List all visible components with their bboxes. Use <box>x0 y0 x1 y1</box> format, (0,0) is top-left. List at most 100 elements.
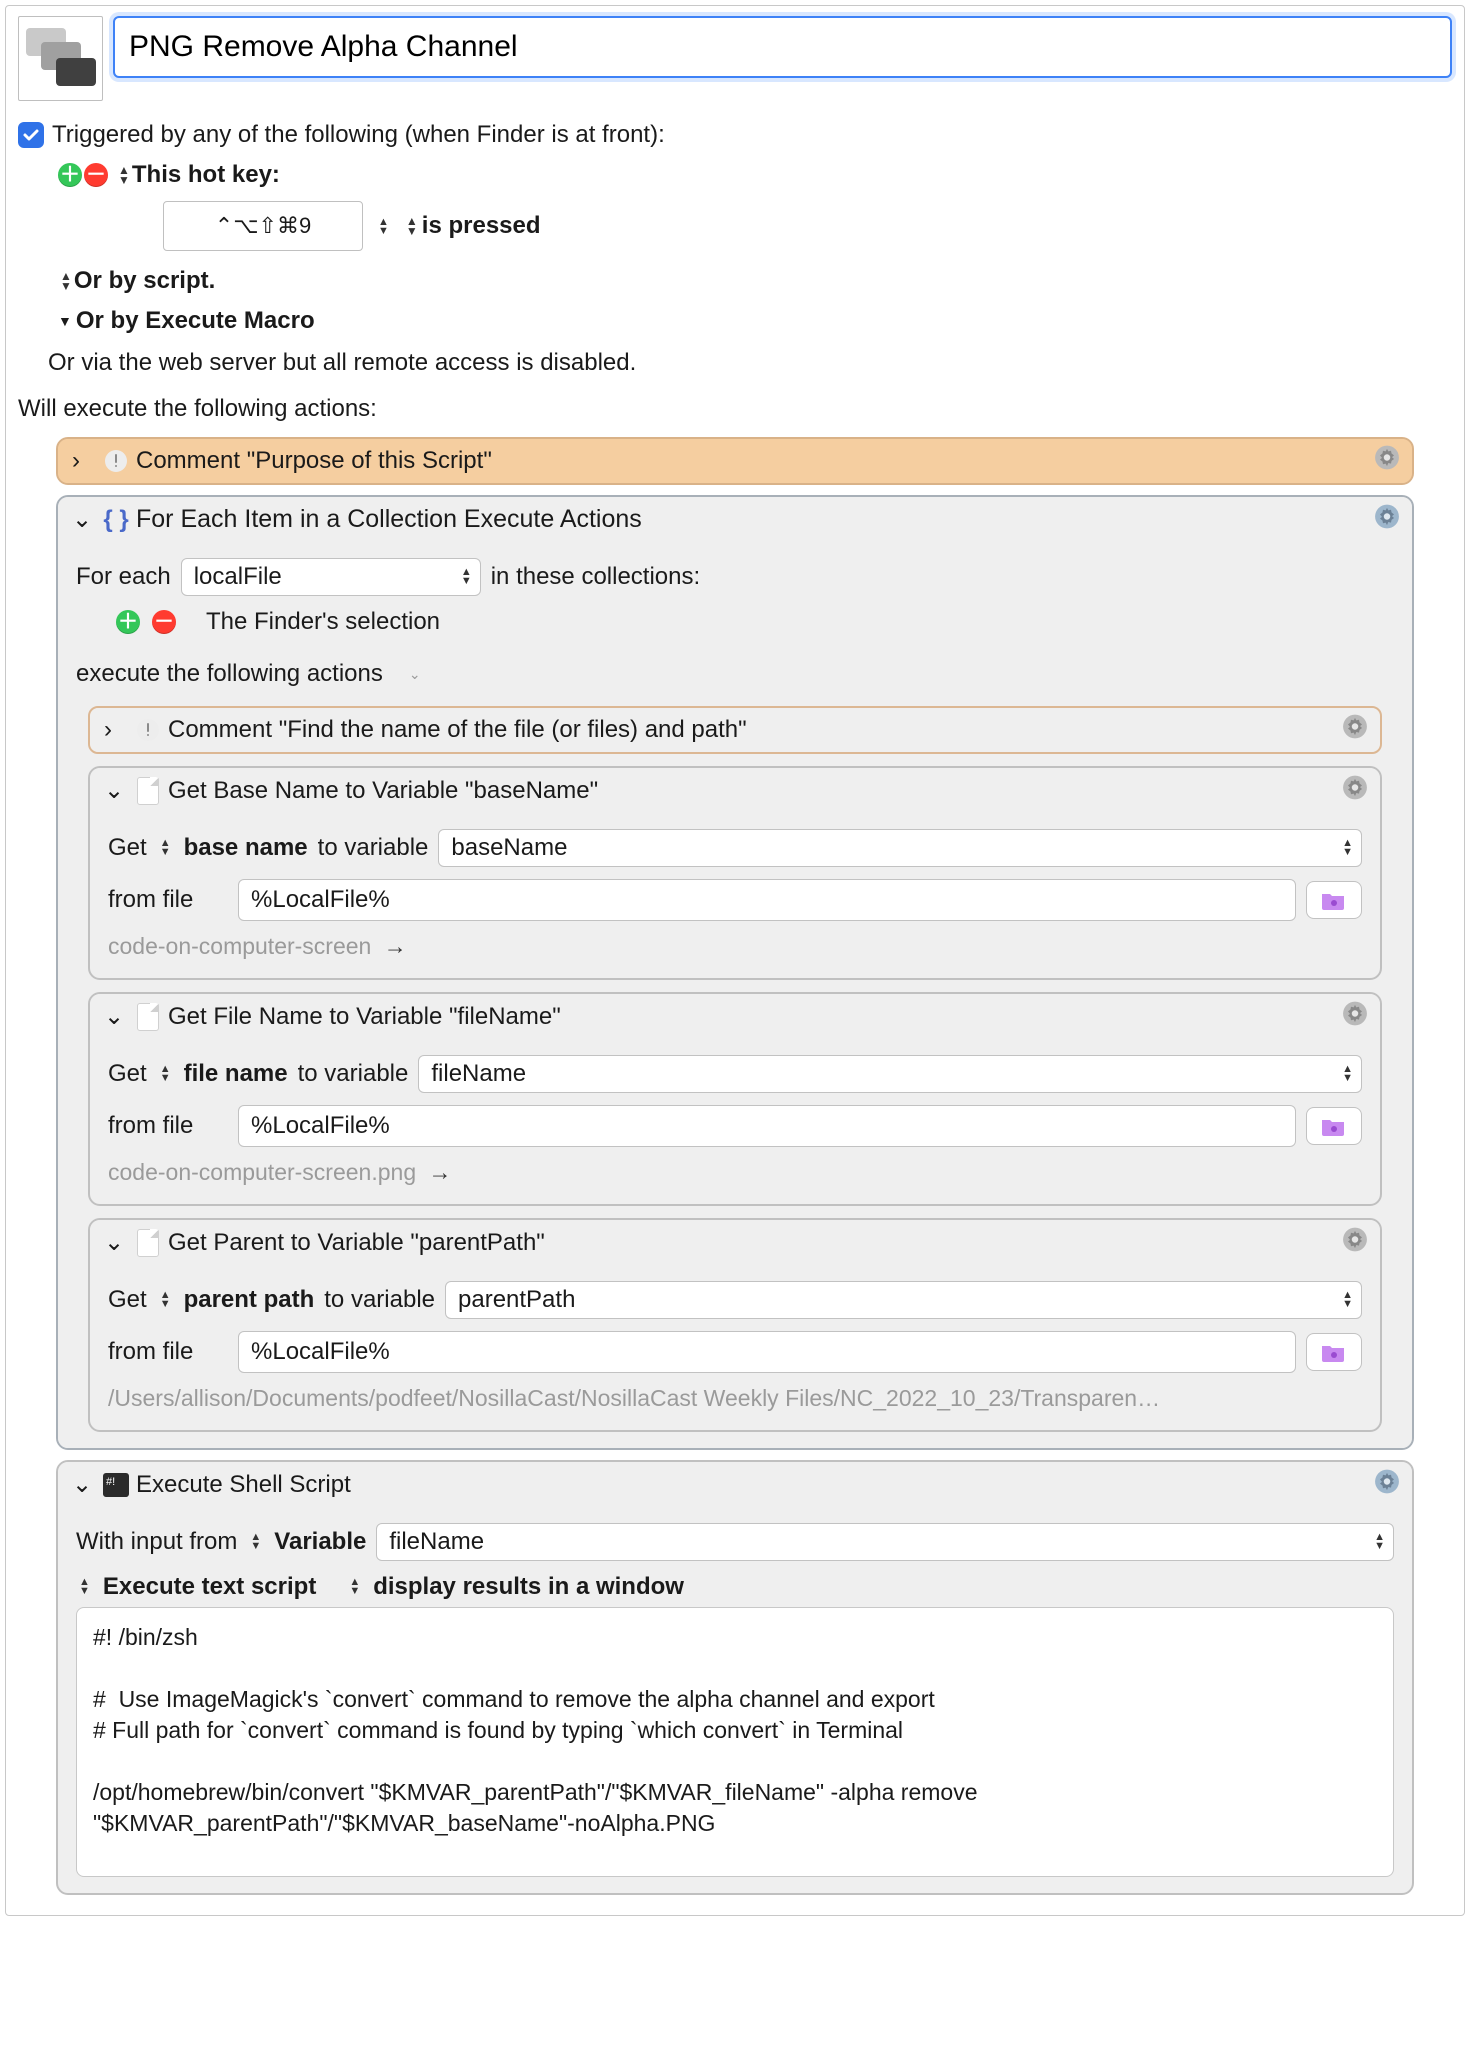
from-file-label: from file <box>108 1338 228 1366</box>
display-mode-stepper[interactable]: ▲▼ <box>349 1578 360 1596</box>
display-results-label: display results in a window <box>373 1573 684 1601</box>
choose-file-button[interactable] <box>1306 881 1362 919</box>
to-variable-label: to variable <box>298 1060 409 1088</box>
warning-icon <box>134 716 162 744</box>
variable-label: Variable <box>274 1528 366 1556</box>
disclosure-toggle[interactable]: ⌄ <box>104 1228 124 1257</box>
file-icon <box>134 1229 162 1257</box>
from-file-input[interactable]: %LocalFile% <box>238 1331 1296 1373</box>
hotkey-label: This hot key: <box>132 155 280 195</box>
variable-name-select[interactable]: fileName▲▼ <box>418 1055 1362 1093</box>
script-type-stepper[interactable]: ▲▼ <box>79 1578 90 1596</box>
to-variable-label: to variable <box>318 834 429 862</box>
braces-icon: { } <box>102 506 130 534</box>
remove-trigger-button[interactable]: － <box>84 163 108 187</box>
file-attr-stepper[interactable]: ▲▼ <box>160 1065 171 1083</box>
from-file-input[interactable]: %LocalFile% <box>238 879 1296 921</box>
choose-file-button[interactable] <box>1306 1107 1362 1145</box>
result-preview: /Users/allison/Documents/podfeet/Nosilla… <box>108 1379 1362 1414</box>
exec-macro-chevron[interactable]: ▼ <box>58 301 72 341</box>
choose-file-button[interactable] <box>1306 1333 1362 1371</box>
trigger-type-stepper[interactable]: ▲▼ <box>118 165 130 185</box>
gear-icon[interactable] <box>1342 1226 1368 1259</box>
action-title: Comment "Purpose of this Script" <box>136 447 492 475</box>
hotkey-trigger-row: ＋ － ▲▼ This hot key: <box>18 155 1452 195</box>
header-row <box>16 16 1454 111</box>
triggers-heading: Triggered by any of the following (when … <box>52 115 665 155</box>
actions-header: Will execute the following actions: <box>16 381 1454 427</box>
add-trigger-button[interactable]: ＋ <box>58 163 82 187</box>
gear-icon[interactable] <box>1342 714 1368 747</box>
file-attr-stepper[interactable]: ▲▼ <box>160 839 171 857</box>
with-input-label: With input from <box>76 1528 237 1556</box>
action-title: Comment "Find the name of the file (or f… <box>168 716 747 744</box>
to-variable-label: to variable <box>324 1286 435 1314</box>
action-title: Get Parent to Variable "parentPath" <box>168 1229 545 1257</box>
remove-collection-button[interactable]: － <box>152 610 176 634</box>
input-variable-select[interactable]: fileName▲▼ <box>376 1523 1394 1561</box>
disclosure-toggle[interactable]: › <box>72 447 92 475</box>
script-trigger-stepper[interactable]: ▲▼ <box>60 271 72 291</box>
file-attr-stepper[interactable]: ▲▼ <box>160 1291 171 1309</box>
action-for-each[interactable]: ⌄ { } For Each Item in a Collection Exec… <box>56 495 1414 1450</box>
web-trigger-note: Or via the web server but all remote acc… <box>18 341 1452 381</box>
action-comment-purpose[interactable]: › Comment "Purpose of this Script" <box>56 437 1414 485</box>
macro-name-input[interactable] <box>113 16 1452 78</box>
hotkey-field[interactable]: ⌃⌥⇧⌘9 <box>163 201 363 251</box>
collection-item-label: The Finder's selection <box>206 608 440 636</box>
get-label: Get <box>108 1286 147 1314</box>
action-get-base-name[interactable]: ⌄ Get Base Name to Variable "baseName" G… <box>88 766 1382 980</box>
file-attr-name: parent path <box>184 1286 315 1314</box>
action-title: Get File Name to Variable "fileName" <box>168 1003 561 1031</box>
gear-icon[interactable] <box>1342 774 1368 807</box>
result-preview: code-on-computer-screen.png → <box>108 1153 1362 1188</box>
for-each-variable-select[interactable]: localFile▲▼ <box>181 558 481 596</box>
gear-icon[interactable] <box>1342 1000 1368 1033</box>
variable-name-select[interactable]: parentPath▲▼ <box>445 1281 1362 1319</box>
from-file-label: from file <box>108 1112 228 1140</box>
or-by-script: Or by script. <box>74 261 215 301</box>
input-source-stepper[interactable]: ▲▼ <box>250 1533 261 1551</box>
warning-icon <box>102 447 130 475</box>
action-get-file-name[interactable]: ⌄ Get File Name to Variable "fileName" G… <box>88 992 1382 1206</box>
action-execute-shell-script[interactable]: ⌄ Execute Shell Script With input from ▲… <box>56 1460 1414 1895</box>
hotkey-options-stepper[interactable]: ▲▼ <box>375 206 392 246</box>
triggers-heading-row: Triggered by any of the following (when … <box>18 115 1452 155</box>
result-preview: code-on-computer-screen → <box>108 927 1362 962</box>
shell-script-textarea[interactable]: #! /bin/zsh # Use ImageMagick's `convert… <box>76 1607 1394 1877</box>
execute-actions-label: execute the following actions <box>76 660 383 688</box>
execute-text-script-label: Execute text script <box>103 1573 316 1601</box>
disclosure-toggle[interactable]: ⌄ <box>72 505 92 534</box>
gear-icon[interactable] <box>1374 503 1400 536</box>
disclosure-toggle[interactable]: ⌄ <box>72 1470 92 1499</box>
macro-icon[interactable] <box>18 16 103 101</box>
add-collection-button[interactable]: ＋ <box>116 610 140 634</box>
get-label: Get <box>108 834 147 862</box>
disclosure-toggle[interactable]: › <box>104 716 124 744</box>
action-get-parent-path[interactable]: ⌄ Get Parent to Variable "parentPath" Ge… <box>88 1218 1382 1432</box>
action-comment-find-name[interactable]: › Comment "Find the name of the file (or… <box>88 706 1382 754</box>
action-title: Execute Shell Script <box>136 1471 351 1499</box>
terminal-icon <box>102 1471 130 1499</box>
gear-icon[interactable] <box>1374 1468 1400 1501</box>
triggers-enabled-checkbox[interactable] <box>18 122 44 148</box>
file-attr-name: base name <box>184 834 308 862</box>
file-attr-name: file name <box>184 1060 288 1088</box>
for-each-label: For each <box>76 563 171 591</box>
variable-name-select[interactable]: baseName▲▼ <box>438 829 1362 867</box>
pressed-mode-stepper[interactable]: ▲▼ <box>406 216 418 236</box>
action-title: Get Base Name to Variable "baseName" <box>168 777 598 805</box>
disclosure-toggle[interactable]: ⌄ <box>104 776 124 805</box>
get-label: Get <box>108 1060 147 1088</box>
file-icon <box>134 1003 162 1031</box>
in-collections-label: in these collections: <box>491 563 700 591</box>
file-icon <box>134 777 162 805</box>
macro-editor: Triggered by any of the following (when … <box>5 5 1465 1916</box>
gear-icon[interactable] <box>1374 445 1400 478</box>
from-file-input[interactable]: %LocalFile% <box>238 1105 1296 1147</box>
pressed-label: is pressed <box>422 206 541 246</box>
disclosure-toggle[interactable]: ⌄ <box>409 666 421 683</box>
from-file-label: from file <box>108 886 228 914</box>
or-by-exec-macro: Or by Execute Macro <box>76 301 315 341</box>
disclosure-toggle[interactable]: ⌄ <box>104 1002 124 1031</box>
